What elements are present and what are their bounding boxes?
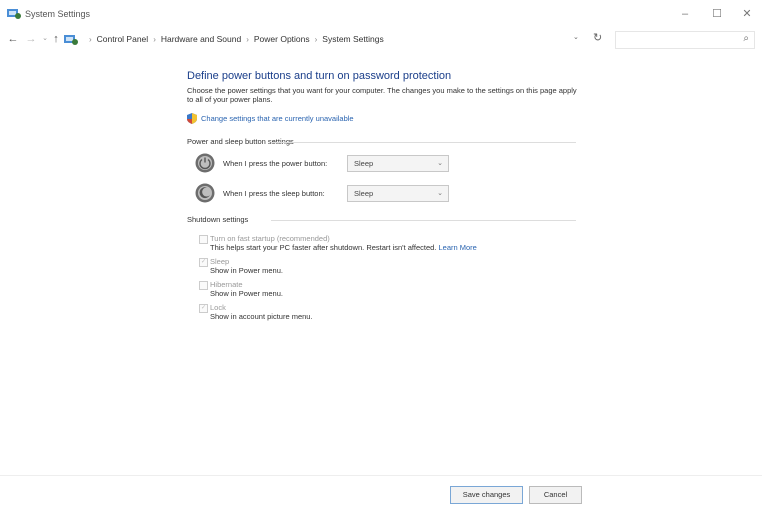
power-button-icon	[195, 153, 215, 173]
power-button-select[interactable]: Sleep ⌄	[347, 155, 449, 172]
save-changes-button[interactable]: Save changes	[450, 486, 523, 504]
chevron-down-icon: ⌄	[437, 160, 443, 167]
hibernate-checkbox[interactable]	[199, 281, 208, 290]
power-button-select-value: Sleep	[354, 159, 374, 168]
breadcrumb-control-panel[interactable]: Control Panel	[97, 31, 149, 47]
breadcrumb-power-options[interactable]: Power Options	[254, 31, 310, 47]
maximize-button[interactable]: ☐	[707, 6, 727, 22]
hibernate-option-description: Show in Power menu.	[210, 289, 283, 298]
lock-checkbox[interactable]: ✓	[199, 304, 208, 313]
breadcrumb-separator: ›	[89, 35, 92, 44]
breadcrumb-hardware-and-sound[interactable]: Hardware and Sound	[161, 31, 241, 47]
breadcrumb-system-settings[interactable]: System Settings	[322, 31, 383, 47]
sleep-button-row: When I press the sleep button: Sleep ⌄	[195, 183, 585, 205]
fast-startup-checkbox[interactable]	[199, 235, 208, 244]
title-bar: System Settings – ☐ ✕	[0, 0, 762, 28]
address-dropdown-icon[interactable]: ⌄	[573, 33, 579, 41]
shutdown-section-title: Shutdown settings	[187, 215, 249, 224]
sleep-checkbox[interactable]: ✓	[199, 258, 208, 267]
address-bar[interactable]: › Control Panel › Hardware and Sound › Power …	[84, 31, 564, 47]
refresh-icon[interactable]: ↻	[593, 31, 602, 44]
lock-option-description: Show in account picture menu.	[210, 312, 313, 321]
fast-startup-label: Turn on fast startup (recommended)	[210, 234, 330, 243]
control-panel-icon	[7, 9, 21, 19]
lock-option-label: Lock	[210, 303, 226, 312]
fast-startup-description: This helps start your PC faster after sh…	[210, 243, 477, 252]
power-button-row: When I press the power button: Sleep ⌄	[195, 153, 585, 175]
chevron-down-icon: ⌄	[437, 190, 443, 197]
sleep-button-label: When I press the sleep button:	[223, 189, 325, 198]
intro-text: Choose the power settings that you want …	[187, 86, 577, 104]
sleep-button-select[interactable]: Sleep ⌄	[347, 185, 449, 202]
page-title: Define power buttons and turn on passwor…	[187, 70, 452, 82]
section-divider	[271, 142, 576, 143]
search-icon[interactable]: ⌕	[743, 33, 749, 44]
minimize-button[interactable]: –	[675, 6, 695, 22]
up-button[interactable]: ↑	[49, 31, 63, 47]
sleep-option-label: Sleep	[210, 257, 230, 266]
change-settings-link[interactable]: Change settings that are currently unava…	[201, 114, 354, 123]
close-button[interactable]: ✕	[737, 6, 757, 22]
section-divider	[271, 220, 576, 221]
breadcrumb-separator[interactable]: ›	[153, 32, 156, 48]
search-input[interactable]: ⌕	[615, 31, 755, 49]
footer-divider	[0, 475, 762, 476]
control-panel-icon	[64, 35, 78, 45]
navigation-bar: ← → ⌄ ↑ › Control Panel › Hardware and Soun…	[0, 28, 762, 50]
breadcrumb-separator[interactable]: ›	[246, 32, 249, 48]
breadcrumb-separator[interactable]: ›	[315, 32, 318, 48]
sleep-button-icon	[195, 183, 215, 203]
sleep-option-description: Show in Power menu.	[210, 266, 283, 275]
hibernate-option-label: Hibernate	[210, 280, 243, 289]
cancel-button[interactable]: Cancel	[529, 486, 582, 504]
back-button[interactable]: ←	[6, 31, 20, 47]
learn-more-link[interactable]: Learn More	[439, 243, 477, 252]
power-button-label: When I press the power button:	[223, 159, 328, 168]
window-title: System Settings	[25, 9, 91, 19]
forward-button[interactable]: →	[24, 31, 38, 47]
sleep-button-select-value: Sleep	[354, 189, 374, 198]
shield-icon	[187, 113, 197, 124]
fast-startup-desc-text: This helps start your PC faster after sh…	[210, 243, 437, 252]
